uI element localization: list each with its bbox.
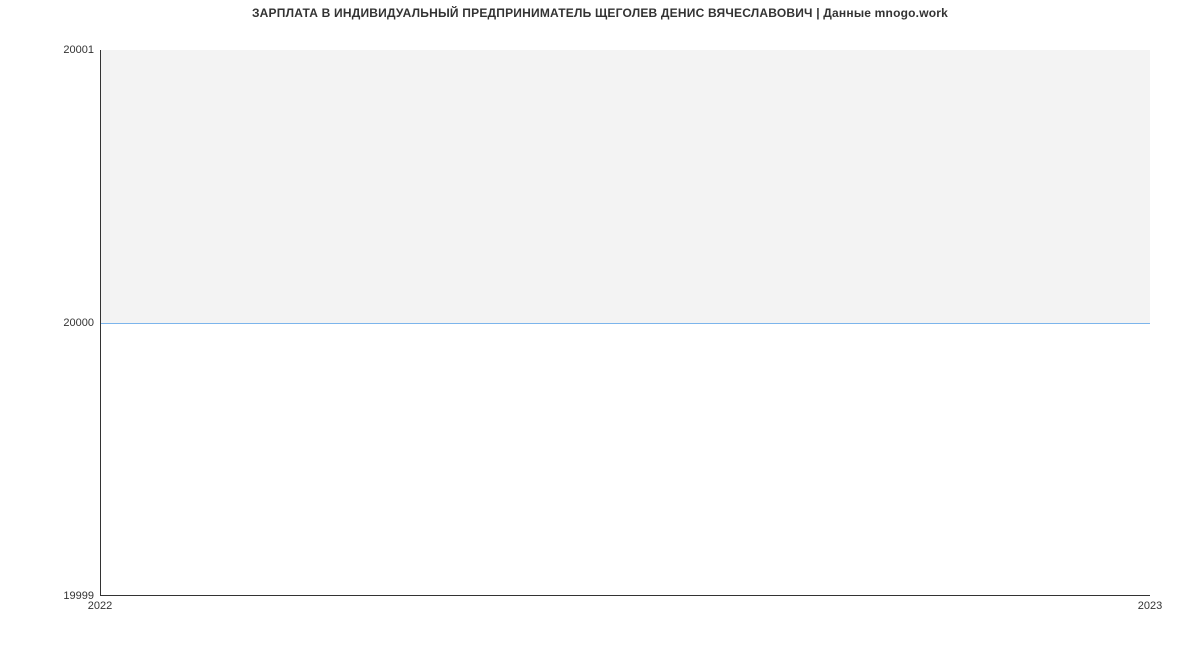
chart-title: ЗАРПЛАТА В ИНДИВИДУАЛЬНЫЙ ПРЕДПРИНИМАТЕЛ… — [0, 6, 1200, 20]
area-fill — [101, 50, 1150, 323]
y-tick-mid: 20000 — [4, 317, 94, 329]
salary-area-chart: ЗАРПЛАТА В ИНДИВИДУАЛЬНЫЙ ПРЕДПРИНИМАТЕЛ… — [0, 0, 1200, 650]
x-tick-right: 2023 — [1138, 600, 1162, 612]
y-tick-top: 20001 — [4, 44, 94, 56]
y-tick-bottom: 19999 — [4, 590, 94, 602]
x-tick-left: 2022 — [88, 600, 112, 612]
plot-area — [100, 50, 1150, 596]
series-line — [101, 323, 1150, 324]
